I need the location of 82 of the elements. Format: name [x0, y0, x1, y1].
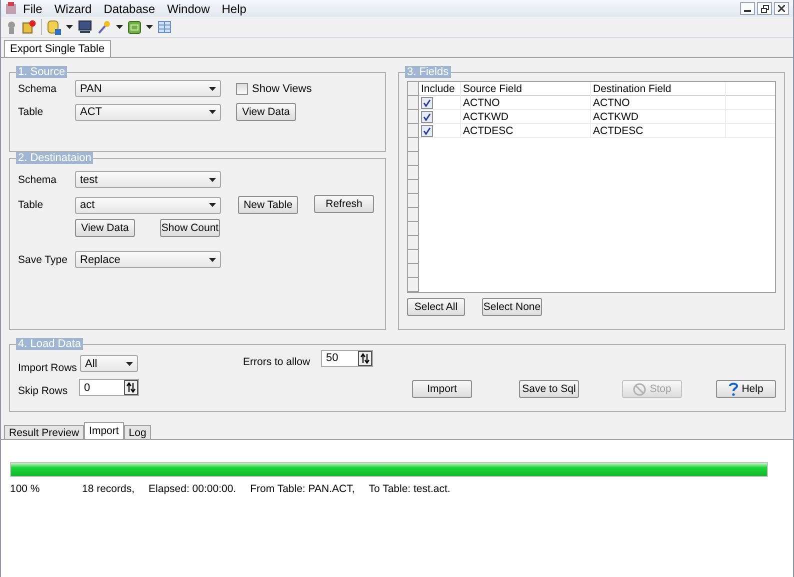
field-label: Table	[18, 106, 44, 118]
table-cell: ACTNO	[461, 96, 591, 110]
tile-icon[interactable]	[128, 20, 141, 34]
table-cell: ACTNO	[591, 96, 726, 110]
tab[interactable]: Log	[124, 425, 152, 439]
new-table-button[interactable]: New Table	[238, 196, 298, 214]
group-title: 1. Source	[16, 66, 68, 78]
dropdown-arrow-icon	[146, 25, 153, 29]
restore-icon	[760, 4, 768, 12]
dropdown-arrow-icon	[116, 25, 123, 29]
action-button[interactable]: Save to Sql	[519, 380, 579, 398]
number-field[interactable]: 0	[79, 379, 139, 396]
percent-text: 100 %	[10, 483, 41, 495]
column-header[interactable]: Destination Field	[591, 82, 726, 96]
status-text: To Table: test.act.	[368, 483, 450, 495]
dropdown-arrow-icon	[126, 362, 133, 366]
menu-item[interactable]: Help	[216, 2, 252, 16]
number-field[interactable]: 50	[321, 350, 373, 366]
menu-item[interactable]: File	[17, 2, 48, 16]
checkbox[interactable]	[236, 82, 248, 94]
select-all-button[interactable]: Select All	[407, 298, 465, 316]
menu-item[interactable]: Window	[161, 2, 216, 16]
menu-item[interactable]: Wizard	[48, 2, 98, 16]
stop-icon	[632, 382, 646, 396]
include-checkbox[interactable]	[421, 111, 433, 123]
dropdown[interactable]: ACT	[75, 104, 221, 120]
database-icon[interactable]	[47, 20, 61, 34]
field-label: Schema	[18, 174, 58, 186]
field-label: Skip Rows	[18, 384, 69, 396]
table-cell: ACTKWD	[461, 110, 591, 124]
table-cell: ACTDESC	[591, 124, 726, 138]
restore-button[interactable]	[757, 2, 772, 15]
table-cell: ACTKWD	[591, 110, 726, 124]
group-title: 4. Load Data	[16, 338, 83, 350]
close-icon	[778, 5, 785, 12]
spin-button[interactable]	[358, 350, 372, 366]
action-button[interactable]: Import	[412, 380, 472, 398]
include-checkbox[interactable]	[421, 97, 433, 109]
dropdown[interactable]: act	[75, 196, 221, 214]
checkbox-label: Show Views	[252, 82, 312, 94]
column-header[interactable]: Include	[419, 82, 461, 96]
table-cell: ACTDESC	[461, 124, 591, 138]
select-none-button[interactable]: Select None	[482, 298, 542, 316]
dropdown[interactable]: PAN	[75, 80, 221, 97]
status-text: From Table: PAN.ACT,	[250, 483, 355, 495]
field-label: Import Rows	[18, 362, 78, 374]
minimize-button[interactable]	[740, 2, 755, 15]
help-icon	[728, 382, 738, 396]
status-text: 18 records,	[82, 483, 135, 495]
tab[interactable]: Result Preview	[4, 425, 84, 439]
document-tab[interactable]: Export Single Table	[4, 40, 111, 57]
refresh-button[interactable]: Refresh	[314, 195, 374, 213]
dropdown-arrow-icon	[209, 258, 216, 262]
app-icon	[5, 2, 17, 15]
include-checkbox[interactable]	[421, 125, 433, 137]
dropdown-arrow-icon	[209, 178, 216, 182]
monitor-icon[interactable]	[78, 20, 92, 34]
dropdown-arrow-icon	[209, 86, 216, 90]
show-count-button[interactable]: Show Count	[160, 219, 220, 237]
dropdown-arrow-icon	[209, 203, 216, 207]
dropdown[interactable]: Replace	[75, 251, 221, 268]
close-button[interactable]	[774, 2, 789, 15]
help-button[interactable]: Help	[716, 380, 776, 398]
field-label: Schema	[18, 82, 58, 94]
dropdown-arrow-icon	[209, 110, 216, 114]
field-label: Errors to allow	[243, 356, 312, 368]
column-header[interactable]: Source Field	[461, 82, 591, 96]
menu-item[interactable]: Database	[98, 2, 162, 16]
view-data-button[interactable]: View Data	[236, 103, 296, 121]
field-label: Table	[18, 199, 44, 211]
group-title: 3. Fields	[405, 66, 451, 78]
dropdown-arrow-icon	[66, 25, 73, 29]
group-title: 2. Destinataion	[16, 152, 94, 164]
spin-button[interactable]	[124, 380, 138, 395]
clipboard-icon[interactable]	[22, 20, 36, 34]
view-data-button[interactable]: View Data	[75, 219, 135, 237]
tab[interactable]: Import	[84, 422, 124, 440]
dropdown[interactable]: All	[80, 355, 138, 372]
status-text: Elapsed: 00:00:00.	[148, 483, 236, 495]
dropdown[interactable]: test	[75, 171, 221, 188]
wand-icon[interactable]	[97, 20, 111, 34]
field-label: Save Type	[18, 254, 68, 266]
